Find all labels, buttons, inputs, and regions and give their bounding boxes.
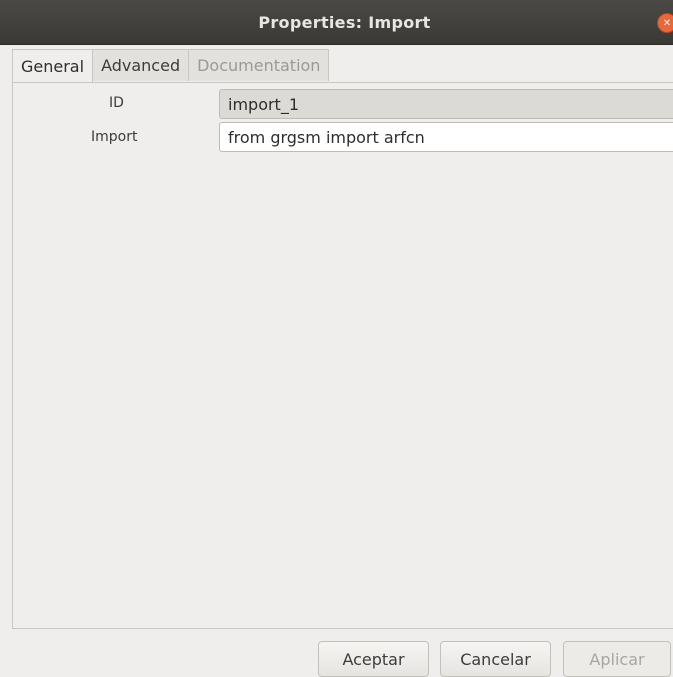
tab-documentation: Documentation xyxy=(188,49,330,81)
id-label: ID xyxy=(109,95,124,111)
import-field[interactable]: from grgsm import arfcn xyxy=(219,122,673,152)
window-title: Properties: Import xyxy=(258,12,431,32)
apply-button: Aplicar xyxy=(563,641,671,677)
id-field[interactable]: import_1 xyxy=(219,89,673,119)
close-icon[interactable]: ✕ xyxy=(657,13,673,33)
tab-bar: General Advanced Documentation xyxy=(12,49,330,83)
import-label: Import xyxy=(91,129,138,145)
general-panel: ID import_1 Import from grgsm import arf… xyxy=(12,82,673,629)
tab-advanced[interactable]: Advanced xyxy=(92,49,190,81)
window-titlebar[interactable]: Properties: Import ✕ xyxy=(0,0,673,45)
tab-general[interactable]: General xyxy=(12,49,94,83)
cancel-button[interactable]: Cancelar xyxy=(440,641,551,677)
ok-button[interactable]: Aceptar xyxy=(318,641,429,677)
